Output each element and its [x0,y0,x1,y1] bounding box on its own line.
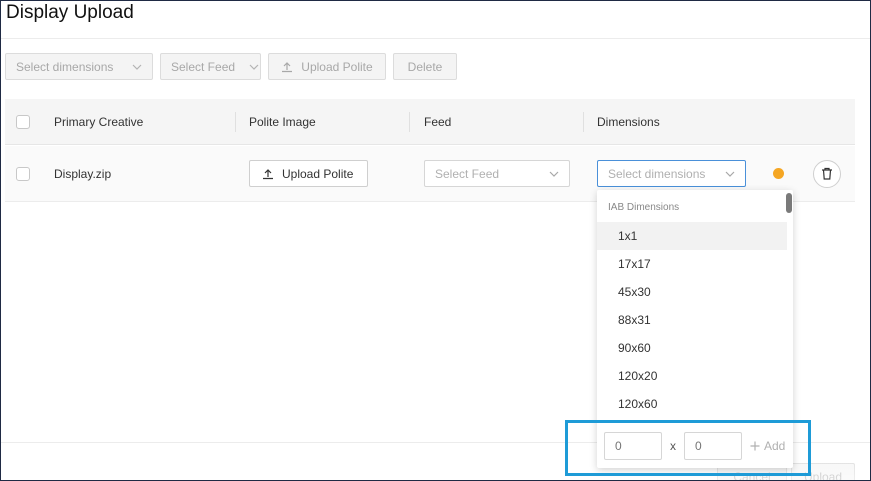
header-feed: Feed [424,114,452,129]
row-polite-cell: Upload Polite [249,146,368,201]
header-dimensions: Dimensions [597,114,660,129]
row-feed-cell: Select Feed [424,146,570,201]
bulk-upload-polite-button[interactable]: Upload Polite [268,53,386,80]
row-upload-polite-label: Upload Polite [282,166,354,181]
dimension-option[interactable]: 120x20 [597,362,787,390]
dimension-option[interactable]: 88x31 [597,306,787,334]
bulk-delete-label: Delete [407,59,443,74]
add-dimension-button[interactable]: Add [750,439,785,453]
trash-icon [821,167,833,180]
app-frame: Display Upload Select dimensions Select … [0,0,871,481]
row-feed-select[interactable]: Select Feed [424,160,570,187]
dimension-option[interactable]: 90x60 [597,334,787,362]
page-title: Display Upload [6,2,134,23]
upload-icon [281,61,293,73]
chevron-down-icon [549,171,559,177]
bulk-select-feed-label: Select Feed [171,59,236,74]
column-divider [409,112,410,132]
custom-height-input[interactable] [684,432,742,460]
dropdown-group-label: IAB Dimensions [608,202,680,213]
row-dimensions-placeholder: Select dimensions [608,166,706,181]
dimension-separator: x [670,439,676,453]
dimension-option[interactable]: 120x60 [597,390,787,418]
row-upload-polite-button[interactable]: Upload Polite [249,160,368,187]
dropdown-options: 1x1 17x17 45x30 88x31 90x60 120x20 120x6… [597,222,787,418]
select-all-checkbox[interactable] [16,114,30,129]
row-select-cell [16,146,30,201]
column-divider [583,112,584,132]
dimension-option[interactable]: 17x17 [597,250,787,278]
bulk-delete-button[interactable]: Delete [393,53,457,80]
row-delete-cell [813,146,841,201]
row-delete-button[interactable] [813,159,841,188]
cancel-label: Cancel [733,469,771,481]
chevron-down-icon [725,171,735,177]
plus-icon [750,441,760,451]
bulk-select-dimensions-label: Select dimensions [16,59,114,74]
bulk-select-feed[interactable]: Select Feed [160,53,261,80]
dropdown-scrollbar[interactable] [786,193,792,213]
dimensions-dropdown: IAB Dimensions 1x1 17x17 45x30 88x31 90x… [597,190,793,468]
add-dimension-label: Add [764,439,786,453]
custom-width-input[interactable] [604,432,662,460]
upload-icon [262,168,274,180]
dimension-option[interactable]: 45x30 [597,278,787,306]
bulk-select-dimensions[interactable]: Select dimensions [5,53,153,80]
chevron-down-icon [132,64,142,70]
row-dimensions-select[interactable]: Select dimensions [597,160,746,187]
row-creative-name: Display.zip [54,166,112,181]
custom-dimension-row: x Add [604,432,785,460]
title-divider [1,38,870,39]
upload-label: Upload [803,469,843,481]
chevron-down-icon [249,64,259,70]
column-divider [235,112,236,132]
select-all-cell [16,99,30,144]
row-checkbox[interactable] [16,166,30,181]
header-primary-creative: Primary Creative [54,114,144,129]
bulk-upload-polite-label: Upload Polite [301,59,373,74]
table-header: Primary Creative Polite Image Feed Dimen… [5,99,855,145]
toolbar: Select dimensions Select Feed Upload Pol… [5,53,457,80]
dimension-option[interactable]: 1x1 [597,222,787,250]
upload-button[interactable]: Upload [791,463,855,481]
row-feed-placeholder: Select Feed [435,166,500,181]
header-polite-image: Polite Image [249,114,316,129]
warning-icon [773,168,784,179]
